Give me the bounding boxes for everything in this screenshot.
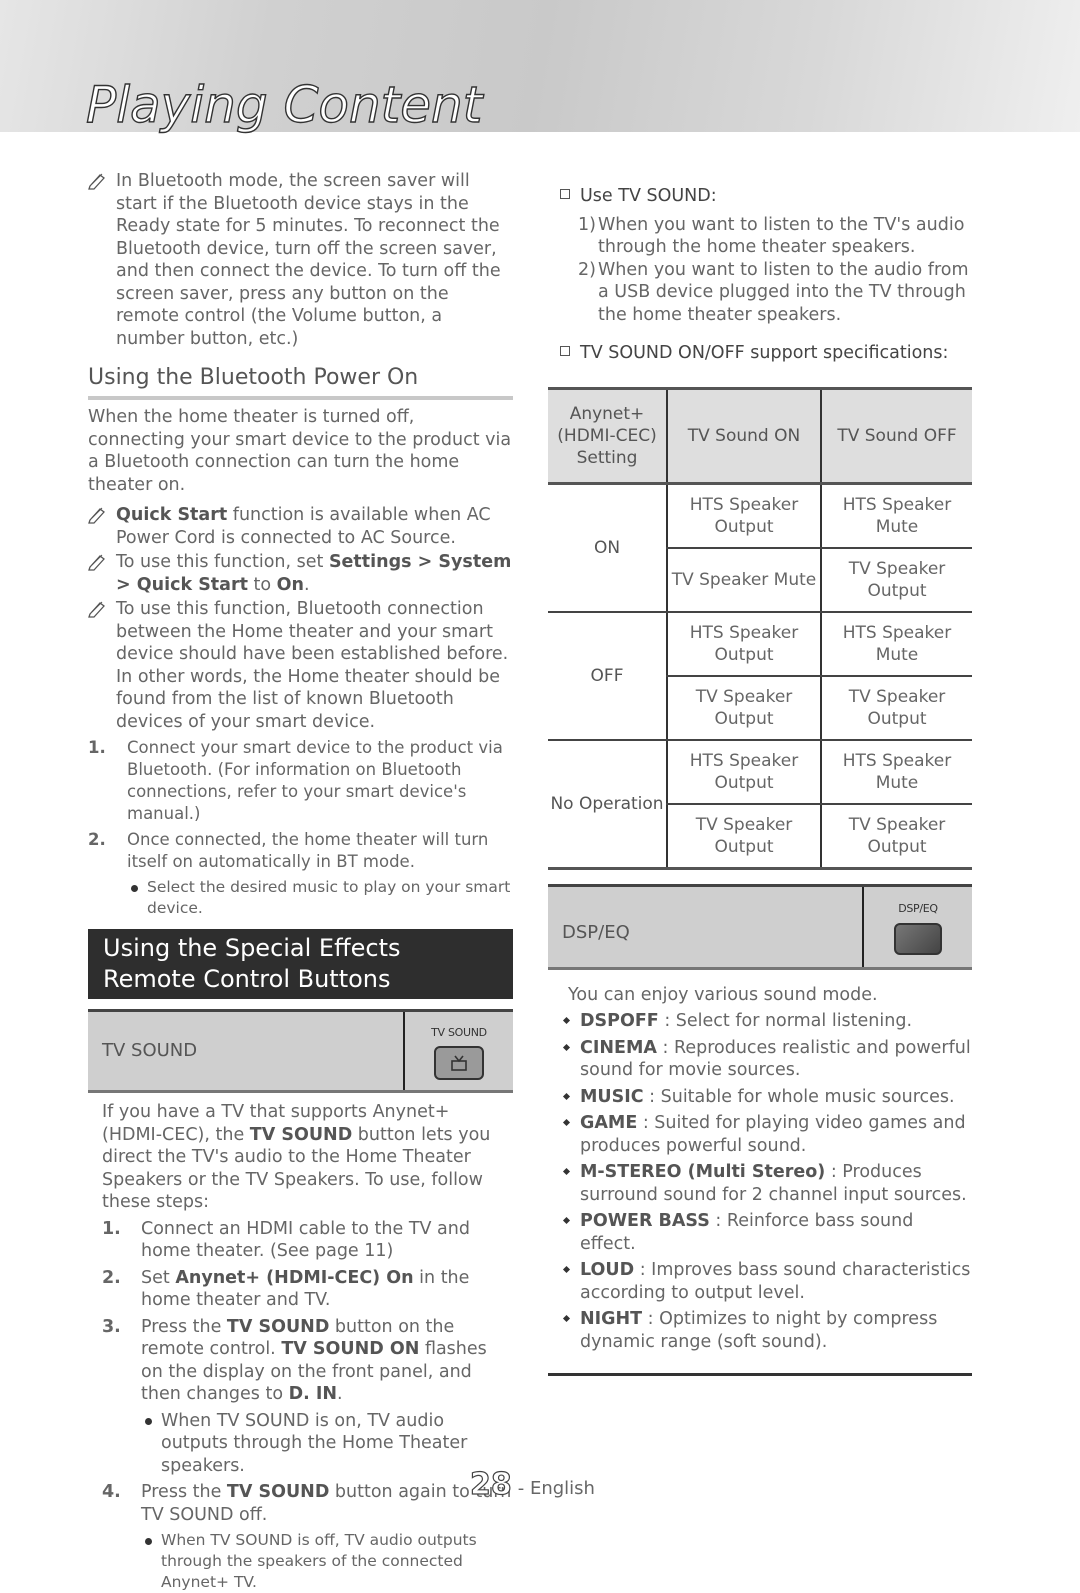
table-row: OFF HTS Speaker Output HTS Speaker Mute: [548, 611, 972, 741]
mode-item: POWER BASS : Reinforce bass sound effect…: [548, 1210, 972, 1255]
step-2: 2. Once connected, the home theater will…: [88, 829, 513, 919]
section-banner-special-effects: Using the Special Effects Remote Control…: [88, 929, 513, 999]
page-number: 28: [469, 1466, 512, 1502]
bullet-dot: [131, 885, 138, 892]
pencil-note-icon: [88, 507, 105, 524]
diamond-bullet-icon: [562, 1314, 571, 1323]
tv-sound-intro: If you have a TV that supports Anynet+ (…: [102, 1102, 491, 1212]
diamond-bullet-icon: [562, 1118, 571, 1127]
use-item-1: 1) When you want to listen to the TV's a…: [578, 214, 965, 258]
right-column: Use TV SOUND: 1) When you want to listen…: [548, 185, 972, 1376]
diamond-bullet-icon: [562, 1216, 571, 1225]
table-cell: TV Speaker Output: [821, 675, 972, 741]
section-heading-bluetooth-power-on: Using the Bluetooth Power On: [88, 364, 513, 400]
table-cell: TV Speaker Output: [821, 803, 972, 870]
dsp-eq-label: DSP/EQ: [562, 922, 630, 943]
note-bt-connection: To use this function, Bluetooth connecti…: [88, 598, 513, 733]
table-row: ON HTS Speaker Output HTS Speaker Mute: [548, 483, 972, 613]
footer-language: - English: [517, 1478, 595, 1499]
tv-step-1: 1. Connect an HDMI cable to the TV and h…: [102, 1218, 470, 1262]
tv-step-4-bullet: When TV SOUND is off, TV audio outputs t…: [141, 1530, 513, 1593]
header-tv-sound-on: TV Sound ON: [666, 386, 822, 485]
sound-modes-intro: You can enjoy various sound mode.: [568, 984, 878, 1005]
mode-item: M-STEREO (Multi Stereo) : Produces surro…: [548, 1161, 972, 1206]
mode-item: LOUD : Improves bass sound characteristi…: [548, 1259, 972, 1304]
dsp-eq-button-box: DSP/EQ DSP/EQ: [548, 883, 972, 970]
tv-remote-key: [434, 1046, 484, 1081]
diamond-bullet-icon: [562, 1043, 571, 1051]
table-cell: TV Speaker Mute: [666, 547, 822, 613]
tv-step-4: 4. Press the TV SOUND button again to tu…: [102, 1482, 513, 1593]
note-quick-start: Quick Start function is available when A…: [88, 504, 513, 549]
note-settings-path: To use this function, set Settings > Sys…: [88, 551, 513, 596]
tv-step-3-bullet: When TV SOUND is on, TV audio outputs th…: [141, 1410, 513, 1478]
section-end-rule: [548, 1373, 972, 1376]
setting-cell: OFF: [548, 611, 667, 741]
tv-sound-label: TV SOUND: [102, 1039, 198, 1061]
page-footer: 28- English: [469, 1466, 595, 1502]
step-2-bullet: Select the desired music to play on your…: [127, 877, 513, 919]
sound-modes: You can enjoy various sound mode. DSPOFF…: [548, 984, 972, 1354]
pencil-note-icon: [88, 601, 105, 618]
table-cell: HTS Speaker Output: [666, 739, 822, 805]
left-column: In Bluetooth mode, the screen saver will…: [88, 170, 513, 1593]
bullet-dot: [145, 1538, 152, 1545]
tv-sound-button-box: TV SOUND TV SOUND: [88, 1009, 513, 1093]
mode-item: CINEMA : Reproduces realistic and powerf…: [548, 1037, 972, 1082]
checkbox-square-icon: [560, 346, 570, 356]
setting-cell: ON: [548, 483, 667, 613]
step-1: 1. Connect your smart device to the prod…: [88, 738, 503, 823]
use-tv-sound-heading: Use TV SOUND:: [548, 185, 972, 208]
tv-sound-button-caption: TV SOUND: [431, 1025, 487, 1039]
table-cell: TV Speaker Output: [666, 675, 822, 741]
page-title: Playing Content: [85, 76, 483, 134]
tv-sound-instructions: If you have a TV that supports Anynet+ (…: [88, 1101, 513, 1593]
mode-item: DSPOFF : Select for normal listening.: [548, 1010, 972, 1033]
mode-item: GAME : Suited for playing video games an…: [548, 1112, 972, 1157]
bt-power-intro: When the home theater is turned off, con…: [88, 407, 512, 495]
dsp-eq-remote-button: DSP/EQ: [862, 886, 972, 967]
setting-cell: No Operation: [548, 739, 667, 870]
table-cell: HTS Speaker Mute: [821, 483, 972, 549]
dsp-eq-remote-key: [894, 922, 942, 955]
spec-heading: TV SOUND ON/OFF support specifications:: [548, 342, 972, 365]
table-cell: HTS Speaker Mute: [821, 611, 972, 677]
tv-sound-remote-button: TV SOUND: [403, 1012, 513, 1090]
diamond-bullet-icon: [562, 1016, 571, 1025]
table-cell: HTS Speaker Mute: [821, 739, 972, 805]
bullet-dot: [145, 1417, 152, 1425]
diamond-bullet-icon: [562, 1265, 571, 1274]
checkbox-square-icon: [560, 189, 570, 199]
diamond-bullet-icon: [562, 1092, 571, 1100]
tv-sound-spec-table: Anynet+ (HDMI-CEC) Setting TV Sound ON T…: [548, 386, 972, 870]
table-header-row: Anynet+ (HDMI-CEC) Setting TV Sound ON T…: [548, 386, 972, 485]
pencil-note-icon: [88, 173, 105, 190]
table-cell: TV Speaker Output: [666, 803, 822, 870]
use-item-2: 2) When you want to listen to the audio …: [578, 259, 969, 325]
tv-step-2: 2. Set Anynet+ (HDMI-CEC) On in the home…: [102, 1267, 470, 1311]
tv-step-3: 3. Press the TV SOUND button on the remo…: [102, 1316, 513, 1478]
diamond-bullet-icon: [562, 1167, 571, 1176]
header-setting: Anynet+ (HDMI-CEC) Setting: [548, 386, 667, 485]
note-screensaver: In Bluetooth mode, the screen saver will…: [88, 170, 513, 350]
table-row: No Operation HTS Speaker Output HTS Spea…: [548, 739, 972, 870]
mode-item: NIGHT : Optimizes to night by compress d…: [548, 1308, 972, 1353]
dsp-eq-button-caption: DSP/EQ: [898, 902, 938, 916]
table-cell: HTS Speaker Output: [666, 483, 822, 549]
pencil-note-icon: [88, 554, 105, 571]
mode-item: MUSIC : Suitable for whole music sources…: [548, 1086, 972, 1109]
table-cell: TV Speaker Output: [821, 547, 972, 613]
table-cell: HTS Speaker Output: [666, 611, 822, 677]
tv-icon: [451, 1055, 467, 1072]
header-tv-sound-off: TV Sound OFF: [821, 386, 972, 485]
